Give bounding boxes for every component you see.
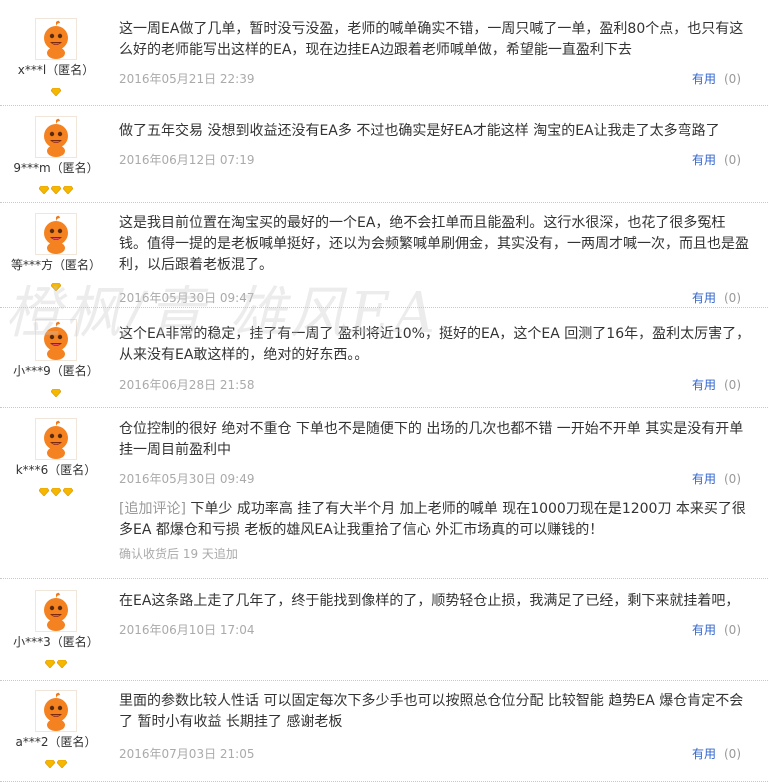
diamond-icon [57,760,67,768]
review-date: 2016年05月21日 22:39 [119,72,255,86]
review-list: x***l（匿名） 这一周EA做了几单，暂时没亏没盈，老师的喊单确实不错，一周只… [0,0,768,782]
useful-vote: 有用 (0) [692,70,741,87]
reviewer-info: a***2（匿名） [0,681,112,768]
review-item: 等***方（匿名） 这是我目前位置在淘宝买的最好的一个EA，绝不会扛单而且能盈利… [0,203,768,308]
useful-button[interactable]: 有用 [692,623,716,637]
review-text: 这一周EA做了几单，暂时没亏没盈，老师的喊单确实不错，一周只喊了一单，盈利80个… [119,21,744,58]
avatar-mascot-icon [36,214,76,254]
review-date: 2016年07月03日 21:05 [119,747,255,761]
useful-count: (0) [724,378,741,392]
avatar-mascot-icon [36,691,76,731]
diamond-icon [39,488,49,496]
buyer-rank [0,81,112,96]
review-item: 9***m（匿名） 做了五年交易 没想到收益还没有EA多 不过也确实是好EA才能… [0,106,768,203]
reviewer-info: 小***3（匿名） [0,579,112,668]
diamond-icon [45,760,55,768]
review-item: 小***9（匿名） 这个EA非常的稳定，挂了有一周了 盈利将近10%，挺好的EA… [0,308,768,408]
diamond-icon [45,660,55,668]
reviewer-name: 等***方（匿名） [10,258,101,272]
avatar[interactable] [35,18,77,60]
review-date: 2016年06月28日 21:58 [119,378,255,392]
review-text: 做了五年交易 没想到收益还没有EA多 不过也确实是好EA才能这样 淘宝的EA让我… [119,123,720,139]
diamond-icon [51,488,61,496]
diamond-icon [51,283,61,291]
reviewer-name: 小***3（匿名） [13,635,99,649]
reviewer-info: 等***方（匿名） [0,203,112,291]
avatar[interactable] [35,590,77,632]
reviewer-info: k***6（匿名） [0,408,112,496]
useful-button[interactable]: 有用 [692,747,716,761]
avatar-mascot-icon [36,419,76,459]
review-item: a***2（匿名） 里面的参数比较人性话 可以固定每次下多少手也可以按照总仓位分… [0,681,768,782]
useful-button[interactable]: 有用 [692,153,716,167]
useful-vote: 有用 (0) [692,289,741,306]
useful-button[interactable]: 有用 [692,72,716,86]
avatar[interactable] [35,418,77,460]
diamond-icon [51,88,61,96]
reviewer-name: k***6（匿名） [15,463,97,477]
reviewer-info: 小***9（匿名） [0,308,112,397]
buyer-rank [0,753,112,768]
reviewer-name: a***2（匿名） [15,735,97,749]
useful-vote: 有用 (0) [692,745,741,762]
diamond-icon [51,389,61,397]
review-text: 仓位控制的很好 绝对不重仓 下单也不是随便下的 出场的几次也都不错 一开始不开单… [119,421,744,458]
buyer-rank [0,382,112,397]
buyer-rank [0,179,112,194]
diamond-icon [63,186,73,194]
review-text: 里面的参数比较人性话 可以固定每次下多少手也可以按照总仓位分配 比较智能 趋势E… [119,693,744,730]
useful-count: (0) [724,747,741,761]
avatar[interactable] [35,319,77,361]
useful-count: (0) [724,623,741,637]
review-text: 这是我目前位置在淘宝买的最好的一个EA，绝不会扛单而且能盈利。这行水很深，也花了… [119,215,749,273]
avatar-mascot-icon [36,117,76,157]
avatar-mascot-icon [36,19,76,59]
diamond-icon [51,186,61,194]
useful-vote: 有用 (0) [692,151,741,168]
useful-button[interactable]: 有用 [692,291,716,305]
buyer-rank [0,276,112,291]
useful-vote: 有用 (0) [692,376,741,393]
useful-button[interactable]: 有用 [692,378,716,392]
review-date: 2016年05月30日 09:49 [119,472,255,486]
avatar-mascot-icon [36,320,76,360]
review-item: 小***3（匿名） 在EA这条路上走了几年了，终于能找到像样的了，顺势轻仓止损，… [0,579,768,681]
review-item: k***6（匿名） 仓位控制的很好 绝对不重仓 下单也不是随便下的 出场的几次也… [0,408,768,579]
buyer-rank [0,653,112,668]
reviewer-info: 9***m（匿名） [0,106,112,194]
avatar[interactable] [35,213,77,255]
diamond-icon [39,186,49,194]
append-tag: [追加评论] [119,501,186,517]
review-text: 这个EA非常的稳定，挂了有一周了 盈利将近10%，挺好的EA，这个EA 回测了1… [119,326,751,363]
useful-vote: 有用 (0) [692,470,741,487]
reviewer-name: x***l（匿名） [17,63,95,77]
append-time: 确认收货后 19 天追加 [119,547,238,561]
diamond-icon [57,660,67,668]
append-text: 下单少 成功率高 挂了有大半个月 加上老师的喊单 现在1000刀现在是1200刀… [119,501,746,538]
avatar[interactable] [35,116,77,158]
diamond-icon [63,488,73,496]
review-date: 2016年05月30日 09:47 [119,291,255,305]
useful-count: (0) [724,472,741,486]
useful-count: (0) [724,72,741,86]
appended-review: [追加评论] 下单少 成功率高 挂了有大半个月 加上老师的喊单 现在1000刀现… [119,499,751,541]
useful-count: (0) [724,153,741,167]
buyer-rank [0,481,112,496]
reviewer-name: 小***9（匿名） [13,364,99,378]
useful-vote: 有用 (0) [692,621,741,638]
avatar-mascot-icon [36,591,76,631]
review-date: 2016年06月12日 07:19 [119,153,255,167]
avatar[interactable] [35,690,77,732]
review-date: 2016年06月10日 17:04 [119,623,255,637]
review-text: 在EA这条路上走了几年了，终于能找到像样的了，顺势轻仓止损，我满足了已经，剩下来… [119,593,740,609]
useful-count: (0) [724,291,741,305]
useful-button[interactable]: 有用 [692,472,716,486]
reviewer-info: x***l（匿名） [0,0,112,96]
reviewer-name: 9***m（匿名） [13,161,99,175]
review-item: x***l（匿名） 这一周EA做了几单，暂时没亏没盈，老师的喊单确实不错，一周只… [0,0,768,106]
